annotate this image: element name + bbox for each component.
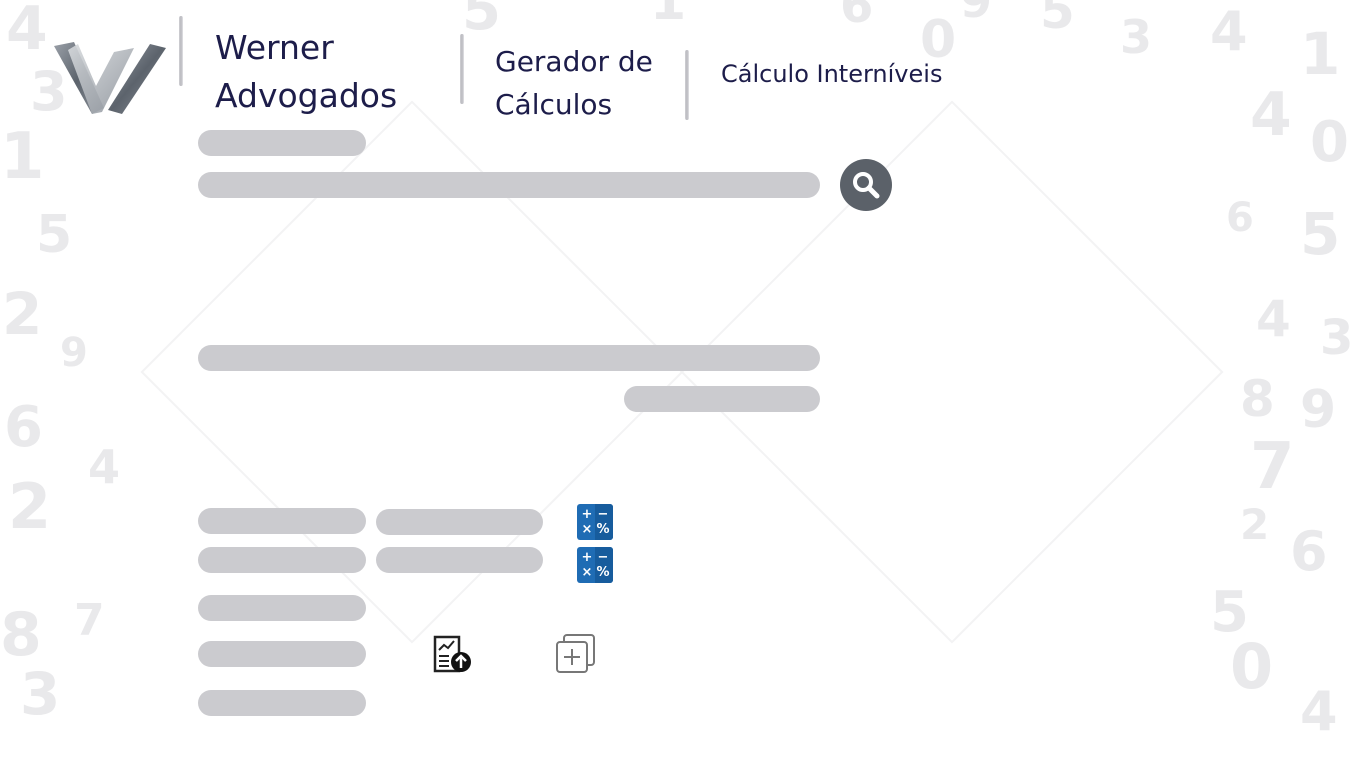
background-number: 4 [6, 0, 48, 64]
background-number: 1 [0, 120, 45, 194]
background-number: 4 [1256, 290, 1291, 348]
background-number: 9 [60, 330, 88, 376]
background-number: 3 [1320, 310, 1354, 366]
brand-name: Werner Advogados [215, 24, 397, 120]
background-number: 2 [8, 470, 52, 543]
background-number: 9 [960, 0, 993, 28]
background-number: 8 [1240, 370, 1275, 428]
calculator-symbol: % [596, 522, 610, 537]
background-number: 9 [1300, 380, 1337, 440]
calculator-symbol: × [581, 522, 593, 537]
background-number: 4 [1250, 80, 1292, 150]
background-number: 1 [650, 0, 687, 32]
background-number: 6 [840, 0, 874, 34]
brand-line: Advogados [215, 76, 398, 115]
module-title: Gerador de Cálculos [495, 40, 653, 126]
add-copy-icon [556, 634, 595, 673]
module-line: Cálculos [495, 88, 613, 121]
report-upload-button[interactable] [432, 634, 474, 676]
background-number: 3 [1120, 10, 1153, 64]
calculator-symbol: − [597, 507, 609, 522]
calculator-symbol: + [581, 507, 593, 522]
calculator-button[interactable]: + − × % [577, 504, 613, 540]
background-number: 2 [2, 280, 43, 348]
calculator-symbol: + [581, 550, 593, 565]
background-number: 5 [462, 0, 501, 43]
background-number: 3 [20, 660, 61, 728]
field-label-placeholder [198, 641, 366, 667]
search-label-placeholder [198, 130, 366, 156]
field-value-placeholder [376, 547, 543, 573]
page-subtitle: Cálculo Interníveis [721, 60, 943, 88]
background-number: 2 [1240, 500, 1270, 549]
background-number: 0 [1310, 110, 1349, 175]
field-label-placeholder [198, 547, 366, 573]
werner-logo [54, 42, 166, 114]
brand-line: Werner [215, 28, 334, 67]
calculator-button[interactable]: + − × % [577, 547, 613, 583]
background-number: 1 [1300, 20, 1341, 88]
module-line: Gerador de [495, 45, 653, 78]
search-input-placeholder[interactable] [198, 172, 820, 198]
background-number: 5 [36, 205, 73, 265]
field-label-placeholder [198, 508, 366, 534]
header-divider [460, 34, 464, 104]
header-divider [685, 50, 689, 120]
background-number: 6 [1226, 195, 1254, 241]
field-label-placeholder [198, 595, 366, 621]
background-number: 6 [1290, 520, 1328, 583]
background-number: 7 [74, 595, 105, 646]
page: 4 3 1 5 2 9 6 4 2 7 8 3 5 0 1 6 9 5 3 4 … [0, 0, 1366, 768]
calculator-symbol: % [596, 565, 610, 580]
calculator-symbol: × [581, 565, 593, 580]
background-number: 8 [0, 600, 42, 670]
field-label-placeholder [198, 690, 366, 716]
background-number: 0 [1230, 630, 1274, 703]
background-number: 4 [1210, 0, 1248, 63]
field-value-placeholder [376, 509, 543, 535]
search-icon [853, 172, 880, 199]
add-copy-button[interactable] [554, 632, 598, 676]
report-upload-icon [433, 635, 471, 673]
header-divider [179, 16, 183, 86]
background-number: 5 [1210, 580, 1249, 645]
background-number: 6 [4, 395, 43, 460]
background-number: 4 [88, 440, 121, 494]
calculator-symbol: − [597, 550, 609, 565]
result-line-placeholder [624, 386, 820, 412]
background-number: 5 [1300, 200, 1341, 268]
background-number: 5 [1040, 0, 1075, 40]
search-button[interactable] [840, 159, 892, 211]
background-number: 4 [1300, 680, 1338, 743]
background-number: 7 [1250, 430, 1295, 504]
result-line-placeholder [198, 345, 820, 371]
